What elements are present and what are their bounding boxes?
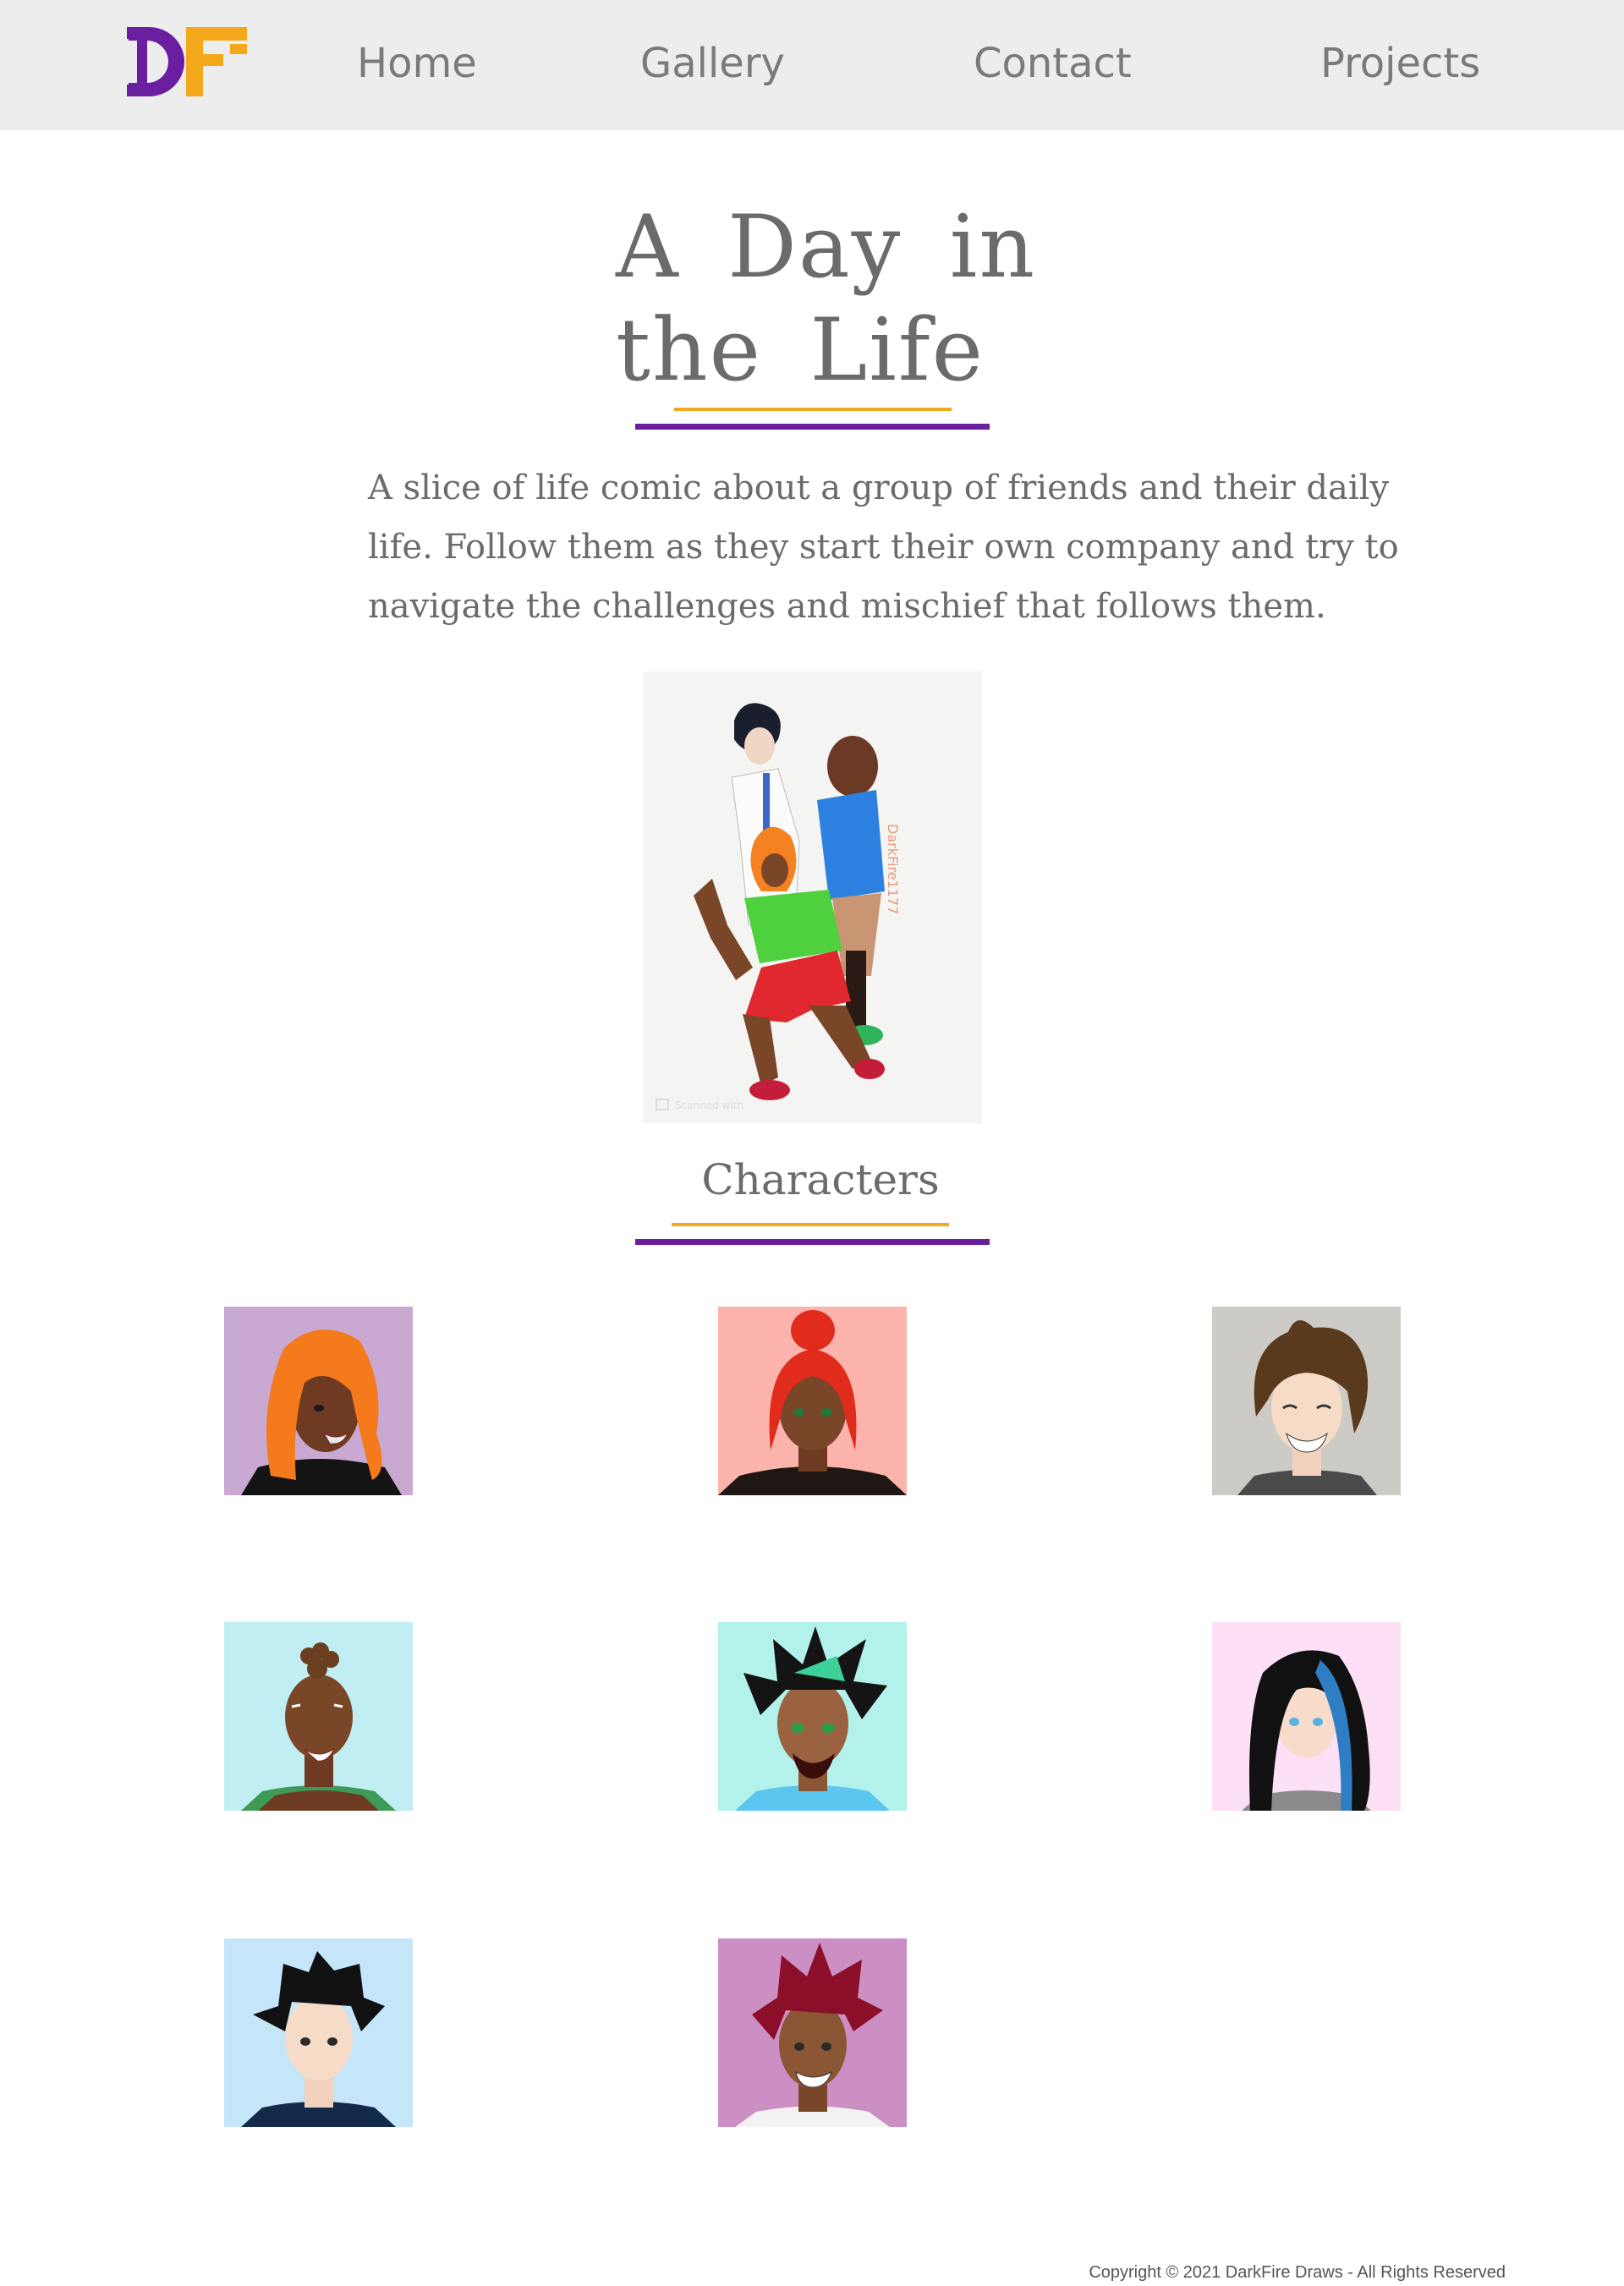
title-underline-accent: [674, 408, 952, 411]
characters-heading: Characters: [701, 1155, 940, 1204]
site-logo[interactable]: [127, 27, 247, 96]
page-description: A slice of life comic about a group of f…: [368, 469, 1399, 626]
character-portrait[interactable]: [1212, 1622, 1401, 1811]
character-portrait[interactable]: [718, 1938, 907, 2127]
characters-underline: [635, 1239, 990, 1245]
character-portrait[interactable]: [224, 1622, 413, 1811]
characters-underline-accent: [672, 1223, 949, 1226]
title-underline: [635, 424, 990, 430]
site-header: Home Gallery Contact Projects: [0, 0, 1624, 130]
character-portrait[interactable]: [718, 1307, 907, 1495]
comic-cover-image: DarkFire1177 Scanned with: [643, 672, 982, 1123]
nav-projects-link[interactable]: Projects: [1320, 34, 1480, 93]
nav-contact-link[interactable]: Contact: [974, 34, 1132, 93]
df-logo-icon: [127, 27, 247, 96]
character-portrait[interactable]: [224, 1938, 413, 2127]
cover-scan-watermark: Scanned with: [675, 1099, 743, 1111]
character-portrait[interactable]: [718, 1622, 907, 1811]
footer-copyright: Copyright © 2021 DarkFire Draws - All Ri…: [1089, 2263, 1506, 2282]
page-title: A Day in the Life: [616, 197, 1037, 401]
character-portrait[interactable]: [224, 1307, 413, 1495]
character-portrait[interactable]: [1212, 1307, 1401, 1495]
nav-gallery-link[interactable]: Gallery: [640, 34, 785, 93]
cover-signature: DarkFire1177: [885, 824, 901, 914]
nav-home-link[interactable]: Home: [357, 34, 477, 93]
